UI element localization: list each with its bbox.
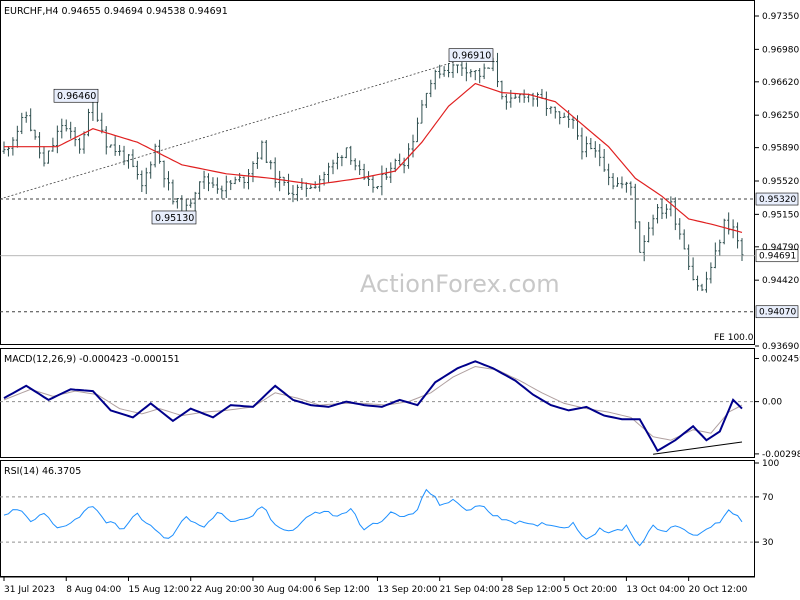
macd-divergence-line (653, 441, 743, 455)
price-y-tick-label: 0.94420 (762, 276, 799, 286)
rsi-y-tick-label: 70 (762, 493, 774, 503)
axes-labels: 31 Jul 2023 8 Aug 04:00 15 Aug 12:00 22 Aug… (3, 577, 748, 595)
rsi-y-tick-label: 100 (762, 459, 779, 469)
x-tick-label: 13 Oct 04:00 (626, 585, 685, 595)
price-y-tick-label: 0.96250 (762, 111, 799, 121)
price-y-tick-label: 0.93690 (762, 342, 799, 352)
price-y-tick-label: 0.95890 (762, 144, 799, 154)
x-tick-label: 31 Jul 2023 (4, 585, 55, 595)
watermark: ActionForex.com (360, 270, 560, 298)
eurchf-chart: ActionForex.com EURCHF,H4 0.94655 0.9469… (0, 0, 800, 595)
rsi-y-tick-label: 30 (762, 538, 774, 548)
rsi-panel-frame (0, 460, 755, 577)
last-price-label: 0.94691 (759, 252, 796, 262)
price-y-tick-label: 0.96980 (762, 45, 799, 55)
price-annotation-label: 0.95130 (155, 213, 194, 224)
price-y-tick-label: 0.95150 (762, 210, 799, 220)
rsi-line (3, 488, 743, 547)
moving-average-line (4, 82, 743, 233)
price-annotation-label: 0.96910 (452, 51, 491, 62)
macd-plot: 0.0024590.00-0.00298 (0, 354, 800, 460)
price-y-tick-label: 0.95520 (762, 177, 799, 187)
rsi-plot: 100 70 30 (0, 459, 779, 548)
price-title: EURCHF,H4 0.94655 0.94694 0.94538 0.9469… (4, 6, 228, 17)
macd-y-tick-label: 0.002459 (762, 354, 800, 364)
level-label: 0.95320 (759, 195, 796, 205)
level-label: 0.94070 (759, 308, 796, 318)
price-y-tick-label: 0.96620 (762, 78, 799, 88)
macd-signal-line (3, 365, 743, 441)
x-tick-label: 21 Sep 04:00 (440, 585, 500, 595)
x-tick-label: 6 Sep 12:00 (315, 585, 370, 595)
x-tick-label: 30 Aug 04:00 (253, 585, 314, 595)
price-annotation-label: 0.96460 (57, 91, 96, 102)
x-tick-label: 15 Aug 12:00 (128, 585, 189, 595)
x-tick-label: 20 Oct 12:00 (689, 585, 748, 595)
x-tick-label: 5 Oct 20:00 (564, 585, 617, 595)
x-tick-label: 8 Aug 04:00 (66, 585, 121, 595)
fe-label: FE 100.0 (714, 333, 754, 343)
price-plot: 0.97350 0.96980 0.96620 0.96250 0.95890 0.955… (0, 12, 799, 352)
macd-y-tick-label: 0.00 (762, 398, 782, 408)
x-tick-label: 13 Sep 20:00 (377, 585, 437, 595)
macd-title: MACD(12,26,9) -0.000423 -0.000151 (4, 354, 180, 365)
x-tick-label: 28 Sep 12:00 (502, 585, 562, 595)
rsi-title: RSI(14) 46.3705 (4, 466, 81, 477)
x-tick-label: 22 Aug 20:00 (191, 585, 252, 595)
price-y-tick-label: 0.97350 (762, 12, 799, 22)
